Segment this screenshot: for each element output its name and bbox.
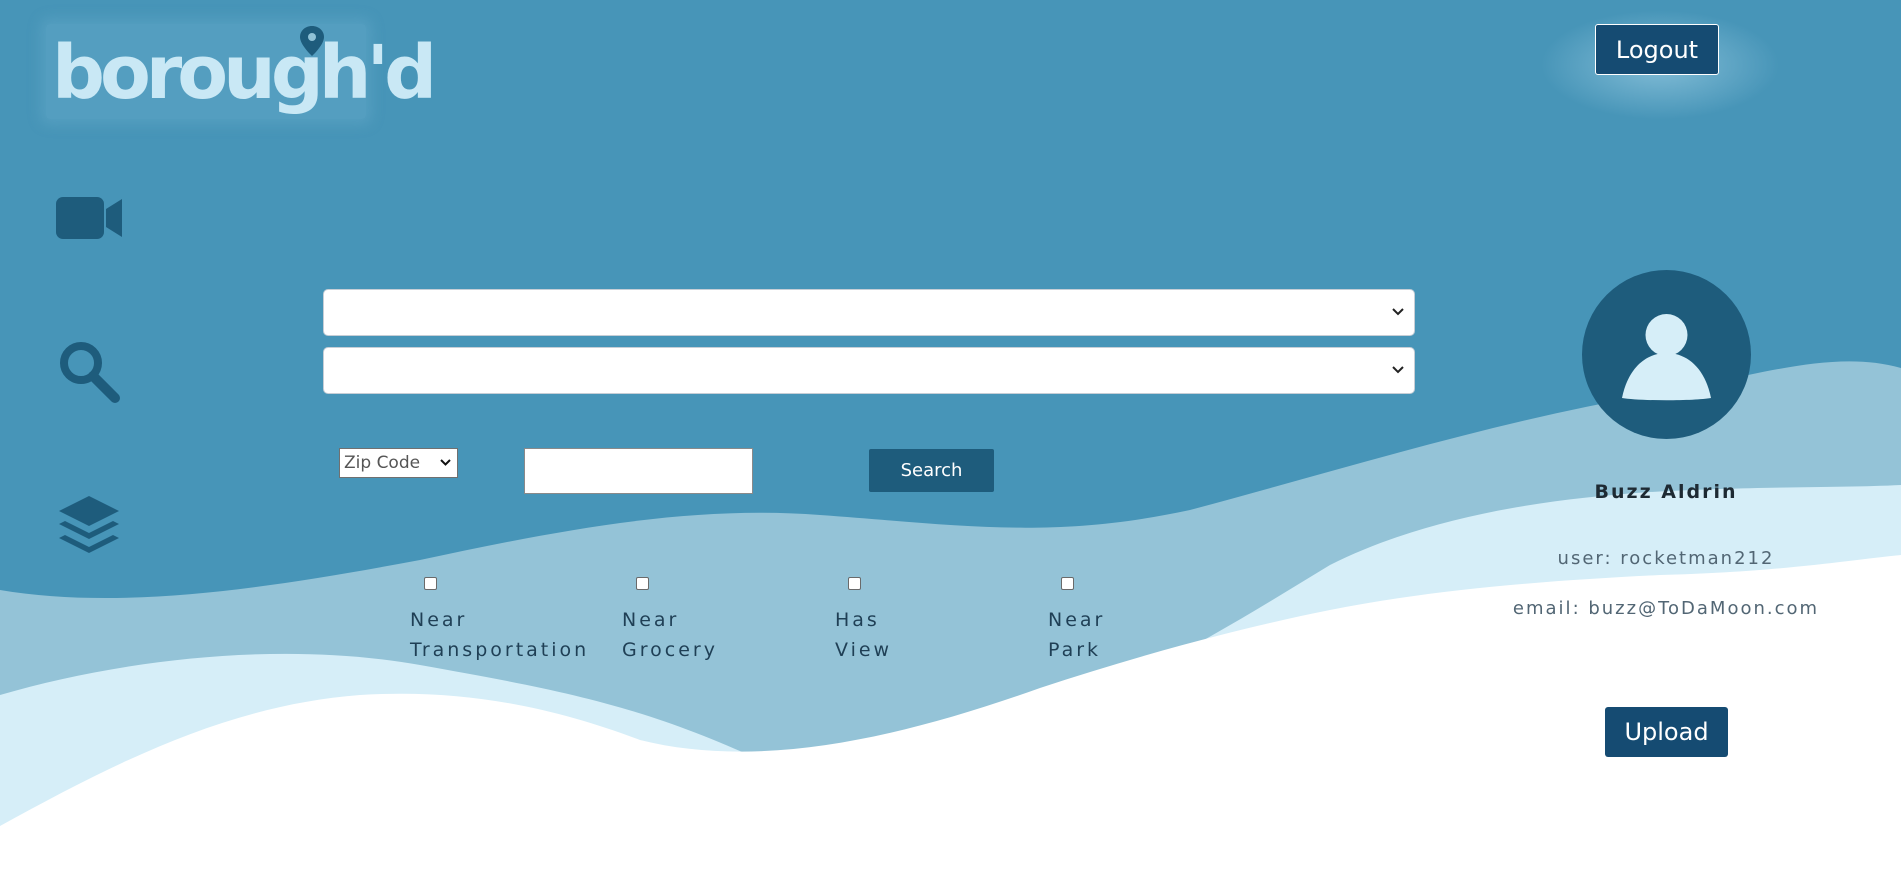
user-icon [1622,314,1711,401]
has-view-label-line2: View [835,639,893,661]
profile-username: user: rocketman212 [1557,548,1775,569]
near-grocery-label: Near Grocery [622,605,812,665]
profile-email: email: buzz@ToDaMoon.com [1512,598,1820,619]
layers-icon[interactable] [54,494,124,556]
has-view-label: Has View [835,605,1025,665]
search-icon[interactable] [54,340,124,403]
near-park-checkbox[interactable] [1061,577,1074,590]
near-grocery-label-line1: Near [622,609,680,631]
chevron-down-icon [1392,366,1404,374]
has-view-checkbox[interactable] [848,577,861,590]
near-park-label-line1: Near [1048,609,1106,631]
zip-code-select-value: Zip Code [344,453,421,473]
near-park-label-line2: Park [1048,639,1102,661]
search-button[interactable]: Search [869,449,994,492]
near-grocery-label-line2: Grocery [622,639,718,661]
upload-button[interactable]: Upload [1605,707,1728,757]
brand-logo[interactable]: borough'd [46,24,437,119]
profile-name: Buzz Aldrin [1594,481,1738,503]
near-park-label: Near Park [1048,605,1238,665]
near-transportation-checkbox[interactable] [424,577,437,590]
avatar [1582,270,1751,439]
video-camera-icon[interactable] [54,187,124,249]
logo-text: borough'd [52,30,437,116]
has-view-label-line1: Has [835,609,880,631]
dropdown-select-1[interactable] [323,289,1415,336]
near-grocery-checkbox[interactable] [636,577,649,590]
search-text-input[interactable] [524,448,753,494]
logout-button[interactable]: Logout [1595,24,1719,75]
map-pin-icon [300,26,324,56]
zip-code-select[interactable]: Zip Code [339,448,458,478]
chevron-down-icon [440,459,451,466]
near-transportation-label-line1: Near [410,609,468,631]
near-transportation-label-line2: Transportation [410,639,590,661]
near-transportation-label: Near Transportation [410,605,600,665]
chevron-down-icon [1392,308,1404,316]
dropdown-select-2[interactable] [323,347,1415,394]
